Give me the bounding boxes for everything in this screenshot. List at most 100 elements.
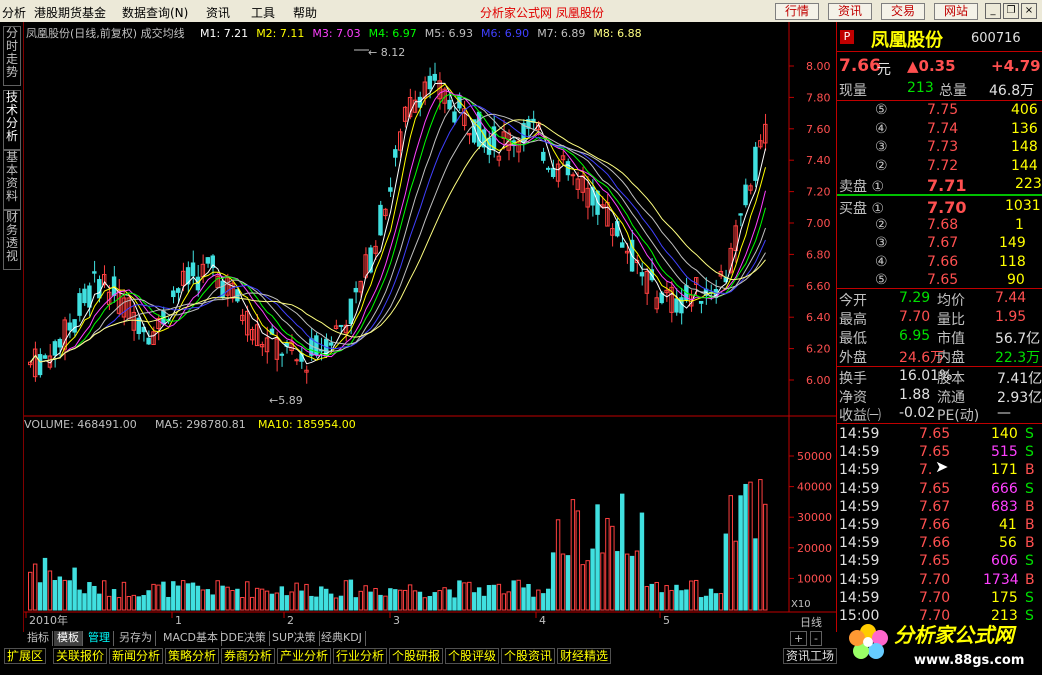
tick-side: B [1025, 517, 1035, 533]
tab-template[interactable]: 模板 [54, 631, 83, 646]
ma-label-3: M3: 7.03 [312, 27, 360, 40]
now-vol-label: 现量 [839, 83, 867, 99]
status-tab-news[interactable]: 新闻分析 [109, 648, 164, 664]
tab-macd[interactable]: MACD基本 [160, 631, 222, 646]
status-tab-related[interactable]: 关联报价 [53, 648, 108, 664]
tab-technical[interactable]: 技术分析 [3, 90, 21, 150]
bid-level: ④ [875, 253, 888, 270]
tick-row: 14:59 7.66 41 B [837, 517, 1042, 536]
tick-volume: 683 [991, 498, 1018, 515]
ask-level: ④ [875, 120, 888, 137]
bid-volume: 149 [999, 235, 1026, 251]
tick-time: 14:59 [839, 498, 880, 515]
tick-time: 14:59 [839, 480, 880, 497]
status-tab-stock-news[interactable]: 个股资讯 [501, 648, 556, 664]
stat-row: 最低 6.95 市值 56.7亿 [837, 328, 1042, 347]
now-vol: 213 [907, 80, 934, 96]
stat-value: -0.02 [899, 405, 936, 421]
tab-financials[interactable]: 财务透视 [3, 210, 21, 270]
close-icon[interactable]: × [1021, 3, 1037, 19]
stat-value: 6.95 [899, 328, 931, 344]
tick-row: 14:59 7.65 606 S [837, 553, 1042, 572]
website-button[interactable]: 网站 [934, 3, 978, 20]
status-tab-industry-chain[interactable]: 产业分析 [277, 648, 332, 664]
ask-volume: 144 [1011, 157, 1038, 174]
stat-value: 7.44 [995, 290, 1027, 306]
price-tick: 6.80 [806, 248, 831, 261]
stat-label: 收益㈠ [839, 408, 881, 424]
tab-manage[interactable]: 管理 [85, 631, 114, 646]
tick-time: 14:59 [839, 535, 880, 552]
tab-fundamentals[interactable]: 基本资料 [3, 150, 21, 210]
ma-label-2: M2: 7.11 [256, 27, 304, 40]
tick-time: 14:59 [839, 444, 880, 461]
trade-button[interactable]: 交易 [881, 3, 925, 20]
total-vol-label: 总量 [939, 83, 967, 99]
price-tick: 7.20 [806, 186, 831, 199]
watermark-logo: 分析家公式网 www.88gs.com [849, 623, 1024, 668]
menu-item-news[interactable]: 资讯 [206, 4, 230, 20]
price-unit: 元 [877, 62, 891, 78]
quote-button[interactable]: 行情 [775, 3, 819, 20]
bid-price: 7.66 [927, 253, 959, 270]
ask-volume: 406 [1011, 102, 1038, 118]
tab-intraday-label: 分时走势 [5, 26, 18, 79]
tick-time: 14:59 [839, 571, 880, 588]
zoom-in-button[interactable]: + [790, 631, 808, 646]
date-label: 5 [663, 614, 670, 627]
stat-label: 均价 [937, 293, 965, 309]
ma-label-6: M6: 6.90 [481, 27, 529, 40]
status-tab-broker[interactable]: 券商分析 [221, 648, 276, 664]
status-tab-research[interactable]: 个股研报 [389, 648, 444, 664]
menu-item-tools[interactable]: 工具 [251, 4, 275, 20]
app-window: 分析 港股期货基金 数据查询(N) 资讯 工具 帮助 分析家公式网 凤凰股份 行… [0, 0, 1042, 675]
tick-volume: 666 [991, 480, 1018, 497]
tab-intraday[interactable]: 分时走势 [3, 26, 21, 86]
mouse-cursor-icon: ➤ [935, 457, 949, 476]
tick-price: 7.66 [919, 535, 951, 552]
total-vol: 46.8万 [989, 83, 1035, 99]
menu-item-data-query[interactable]: 数据查询(N) [122, 4, 188, 20]
news-button[interactable]: 资讯 [828, 3, 872, 20]
bid-level: 买盘 ① [839, 201, 885, 217]
stock-name: 凤凰股份 [871, 30, 943, 51]
tab-dde[interactable]: DDE决策 [217, 631, 270, 646]
left-tab-bar: 分时走势 技术分析 基本资料 财务透视 [0, 22, 24, 632]
minimize-icon[interactable]: _ [985, 3, 1001, 19]
high-label: ← 8.12 [368, 46, 405, 59]
tick-side: S [1025, 553, 1034, 570]
tab-sup[interactable]: SUP决策 [269, 631, 320, 646]
status-tab-ext[interactable]: 扩展区 [4, 648, 47, 664]
volume-ma5: MA5: 298780.81 [155, 418, 246, 431]
ask-level: ③ [875, 139, 888, 155]
menu-item-hk-futures[interactable]: 港股期货基金 [34, 4, 106, 20]
stat-label: 股本 [937, 371, 965, 387]
status-tab-strategy[interactable]: 策略分析 [165, 648, 220, 664]
tick-volume: 140 [991, 426, 1018, 442]
price-change-pct: +4.79 [991, 57, 1041, 75]
tick-price: 7.66 [919, 517, 951, 533]
ma-label-5: M5: 6.93 [425, 27, 473, 40]
restore-icon[interactable]: ❐ [1003, 3, 1019, 19]
stat-label: 最低 [839, 331, 867, 347]
status-tab-news-factory[interactable]: 资讯工场 [783, 648, 838, 664]
tick-time: 14:59 [839, 589, 880, 606]
volume-row: 现量 213 总量 46.8万 [837, 80, 1042, 99]
status-tab-rating[interactable]: 个股评级 [445, 648, 500, 664]
menu-item-help[interactable]: 帮助 [293, 4, 317, 20]
stat-row: 收益㈠ -0.02 PE(动) — [837, 405, 1042, 424]
tab-financials-label: 财务透视 [5, 210, 18, 263]
tab-indicator[interactable]: 指标 [24, 631, 53, 646]
tab-save-as[interactable]: 另存为 [116, 631, 156, 646]
menu-item-analysis[interactable]: 分析 [2, 4, 26, 20]
tab-kdj[interactable]: 经典KDJ [318, 631, 366, 646]
indicator-tab-bar: 指标 模板 管理 另存为 MACD基本 DDE决策 SUP决策 经典KDJ + … [24, 630, 836, 647]
tick-volume: 175 [991, 589, 1018, 606]
status-tab-industry[interactable]: 行业分析 [333, 648, 388, 664]
ask-level: ⑤ [875, 102, 888, 118]
zoom-out-button[interactable]: - [810, 631, 822, 646]
status-tab-finance[interactable]: 财经精选 [557, 648, 612, 664]
stat-row: 净资 1.88 流通 2.93亿 [837, 387, 1042, 406]
kline-chart[interactable]: 8.00 7.80 7.60 7.40 7.20 7.00 6.80 6.60 6.40 6.20… [24, 22, 836, 630]
ask-level: 卖盘 ① [839, 179, 885, 195]
